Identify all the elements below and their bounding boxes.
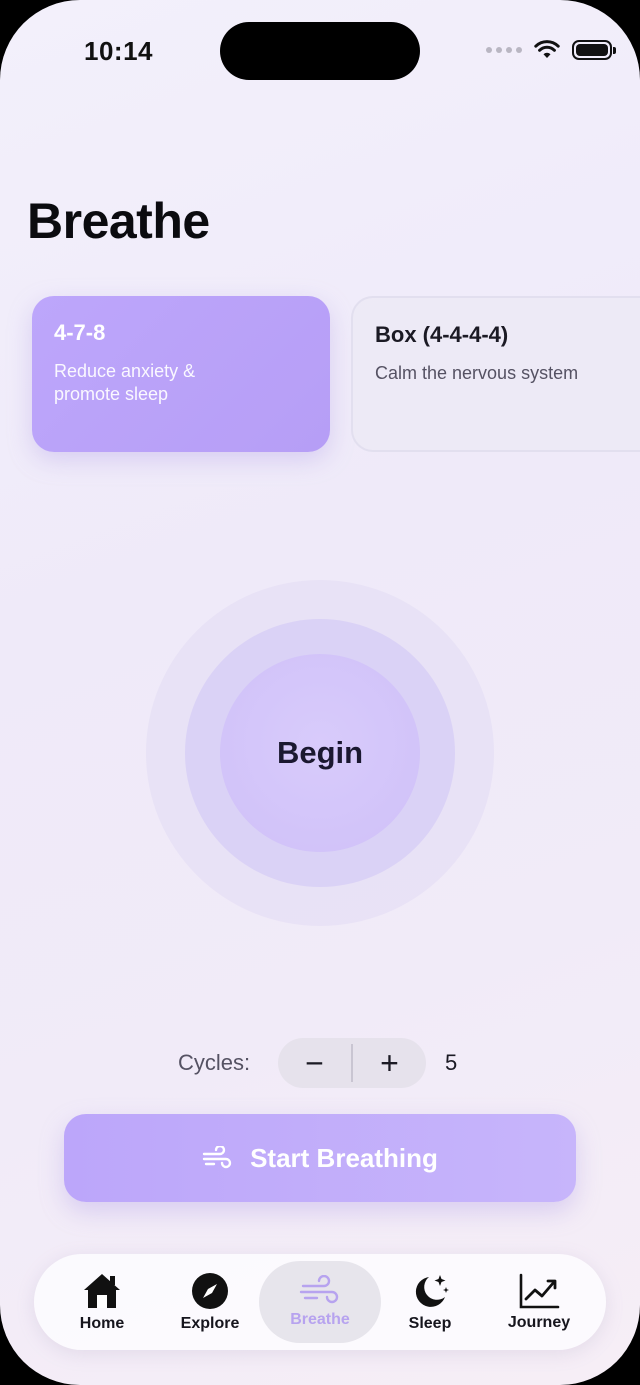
wind-icon [299, 1275, 339, 1304]
home-icon [84, 1274, 120, 1308]
decrement-button[interactable]: − [278, 1038, 351, 1088]
dynamic-island [220, 22, 420, 80]
tab-label: Explore [180, 1315, 240, 1332]
tab-sleep[interactable]: Sleep [390, 1254, 470, 1350]
begin-button[interactable]: Begin [220, 654, 420, 852]
cycles-value: 5 [445, 1050, 458, 1075]
technique-title: Box (4-4-4-4) [375, 322, 509, 347]
status-time: 10:14 [84, 36, 153, 66]
chart-icon [519, 1273, 560, 1309]
tab-breathe[interactable]: Breathe [259, 1261, 381, 1343]
tab-home[interactable]: Home [62, 1254, 142, 1350]
cycles-label: Cycles: [178, 1050, 251, 1075]
technique-card-478[interactable]: 4-7-8 Reduce anxiety & promote sleep [32, 296, 330, 452]
page-title: Breathe [27, 193, 210, 249]
app-screen: 10:14 Breathe 4-7-8 Reduce anxiety & pro… [0, 0, 640, 1385]
technique-title: 4-7-8 [54, 320, 106, 345]
tab-journey[interactable]: Journey [498, 1254, 580, 1350]
tab-label: Sleep [408, 1315, 452, 1332]
increment-button[interactable]: + [353, 1038, 426, 1088]
technique-subtitle: Calm the nervous system [375, 363, 579, 383]
compass-icon [192, 1273, 228, 1309]
tab-label: Home [79, 1315, 125, 1332]
start-breathing-label: Start Breathing [250, 1142, 438, 1173]
technique-card-box[interactable]: Box (4-4-4-4) Calm the nervous system [351, 296, 640, 452]
technique-subtitle: Reduce anxiety & promote sleep [54, 361, 196, 404]
tab-label: Breathe [290, 1311, 350, 1328]
signal-icon [486, 47, 522, 53]
status-indicators [486, 40, 616, 60]
wifi-icon [534, 40, 560, 58]
start-breathing-button[interactable]: Start Breathing [64, 1114, 576, 1202]
wind-icon [202, 1146, 232, 1169]
tab-explore[interactable]: Explore [170, 1254, 250, 1350]
moon-stars-icon [415, 1275, 449, 1307]
battery-icon [572, 40, 616, 60]
tab-label: Journey [507, 1314, 571, 1331]
tab-bar: Home Explore Breathe Sleep Journey [34, 1254, 606, 1350]
cycles-stepper: − + [278, 1038, 426, 1088]
